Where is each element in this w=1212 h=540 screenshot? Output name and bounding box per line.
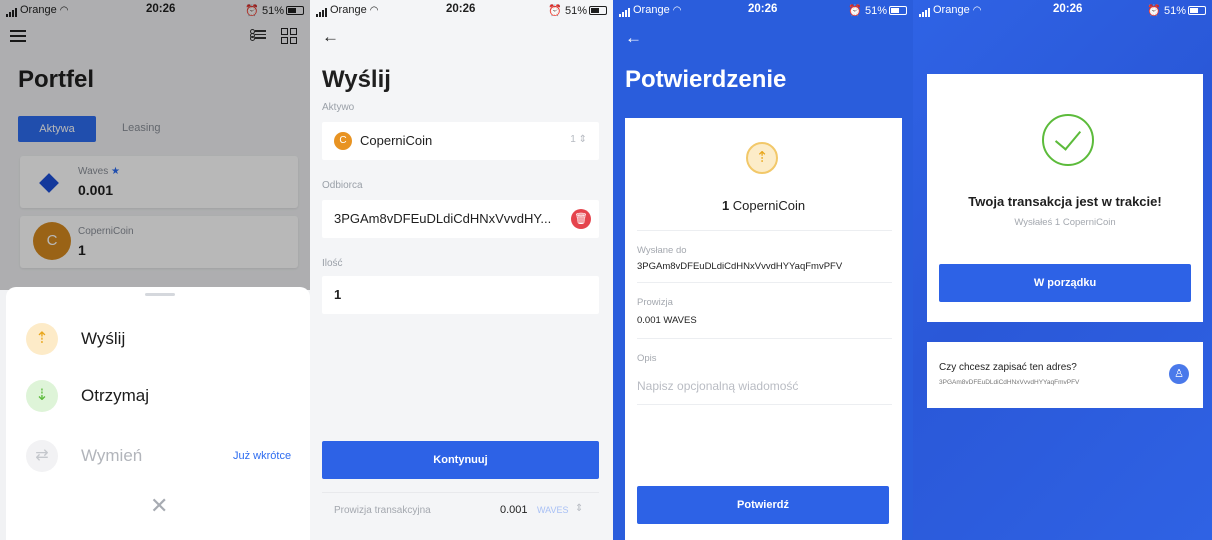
recipient-value: 3PGAm8vDFEuDLdiCdHNxVvvdHY...	[334, 211, 552, 226]
arrow-up-icon: ⇡	[26, 323, 58, 355]
wallet-screen: Orange ◠ 20:26 ⏰ 51% Portfel Aktywa Leasi…	[0, 0, 310, 540]
carrier-label: Orange	[633, 4, 670, 16]
battery: ⏰ 51%	[548, 4, 607, 17]
fee-amount: 0.001	[500, 504, 528, 516]
fee-label: Prowizja transakcyjna	[334, 505, 431, 516]
asset-select[interactable]: C CoperniCoin 1 ⇕	[322, 122, 599, 160]
chevron-updown-icon: ⇕	[578, 134, 587, 145]
arrow-down-icon: ⇣	[26, 380, 58, 412]
clock: 20:26	[446, 3, 476, 15]
menu-item-label: Wymień	[81, 446, 143, 465]
menu-item-send[interactable]: ⇡ Wyślij	[26, 323, 306, 359]
description-section[interactable]: Opis Napisz opcjonalną wiadomość	[637, 338, 892, 404]
copernicoin-icon: C	[334, 132, 352, 150]
status-bar: Orange ◠ 20:26 ⏰ 51%	[913, 0, 1212, 20]
wifi-icon: ◠	[369, 5, 379, 16]
save-address-value: 3PGAm8vDFEuDLdiCdHNxVvvdHYYaqFmvPFV	[939, 379, 1080, 386]
save-address-card: Czy chcesz zapisać ten adres? 3PGAm8vDFE…	[927, 342, 1203, 408]
trash-icon[interactable]: 🗑	[571, 209, 591, 229]
back-arrow-icon[interactable]: ←	[322, 27, 339, 47]
exchange-icon: ⇄	[26, 440, 58, 472]
carrier-label: Orange	[330, 4, 367, 16]
save-address-question: Czy chcesz zapisać ten adres?	[939, 362, 1077, 373]
signal-icon	[619, 5, 631, 17]
carrier: Orange ◠	[316, 4, 378, 17]
wifi-icon: ◠	[672, 5, 682, 16]
fee-section: Prowizja 0.001 WAVES	[637, 282, 892, 338]
signal-icon	[919, 5, 931, 17]
back-arrow-icon[interactable]: ←	[625, 28, 642, 48]
sheet-handle[interactable]	[145, 293, 175, 296]
success-screen: Orange ◠ 20:26 ⏰ 51% Twoja transakcja jes…	[913, 0, 1212, 540]
clock: 20:26	[1053, 3, 1083, 15]
continue-button[interactable]: Kontynuuj	[322, 441, 599, 479]
asset-balance-value: 1	[570, 134, 576, 145]
checkmark-icon	[1042, 114, 1094, 166]
status-bar: Orange ◠ 20:26 ⏰ 51%	[310, 0, 613, 20]
wifi-icon: ◠	[972, 5, 982, 16]
arrow-up-icon: ⇡	[746, 142, 778, 174]
page-title: Wyślij	[322, 66, 391, 93]
amount-label: Ilość	[322, 258, 343, 269]
sent-to-section: Wysłane do 3PGAm8vDFEuDLdiCdHNxVvvdHYYaq…	[637, 230, 892, 282]
transfer-amount-coin: CoperniCoin	[732, 198, 806, 213]
overlay-dim[interactable]	[0, 0, 310, 290]
asset-balance: 1 ⇕	[570, 134, 587, 145]
amount-value: 1	[334, 287, 342, 302]
battery: ⏰ 51%	[848, 4, 907, 17]
chevron-updown-icon: ⇕	[575, 503, 584, 514]
sent-to-label: Wysłane do	[637, 245, 687, 256]
menu-item-exchange: ⇄ Wymień Już wkrótce	[26, 440, 306, 476]
fee-selector[interactable]: Prowizja transakcyjna 0.001 WAVES ⇕	[322, 492, 599, 526]
status-bar: Orange ◠ 20:26 ⏰ 51%	[613, 0, 913, 20]
menu-item-label: Wyślij	[81, 329, 126, 348]
alarm-icon: ⏰	[1147, 5, 1161, 17]
battery-label: 51%	[1163, 5, 1186, 17]
alarm-icon: ⏰	[548, 5, 562, 17]
battery-icon	[1188, 6, 1206, 15]
action-sheet: ⇡ Wyślij ⇣ Otrzymaj ⇄ Wymień Już wkrótce…	[6, 287, 310, 540]
add-contact-icon[interactable]: ♙	[1169, 364, 1189, 384]
battery-icon	[889, 6, 907, 15]
success-card: Twoja transakcja jest w trakcie! Wysłałe…	[927, 74, 1203, 322]
battery: ⏰ 51%	[1147, 4, 1206, 17]
battery-label: 51%	[864, 5, 887, 17]
divider	[637, 404, 892, 405]
send-screen: Orange ◠ 20:26 ⏰ 51% ← Wyślij Aktywo C Co…	[310, 0, 613, 540]
asset-select-value: CoperniCoin	[360, 133, 433, 148]
carrier-label: Orange	[933, 4, 970, 16]
confirmation-screen: Orange ◠ 20:26 ⏰ 51% ← Potwierdzenie ⇡ 1 …	[613, 0, 913, 540]
transfer-amount: 1 CoperniCoin	[625, 198, 902, 213]
battery-label: 51%	[564, 5, 587, 17]
asset-label: Aktywo	[322, 102, 355, 113]
success-title: Twoja transakcja jest w trakcie!	[968, 194, 1162, 209]
success-subtitle: Wysłałeś 1 CoperniCoin	[1014, 217, 1116, 228]
fee-unit: WAVES	[537, 505, 569, 515]
clock: 20:26	[748, 3, 778, 15]
battery-icon	[589, 6, 607, 15]
alarm-icon: ⏰	[848, 5, 862, 17]
close-icon[interactable]: ✕	[150, 493, 168, 519]
ok-button[interactable]: W porządku	[939, 264, 1191, 302]
recipient-input[interactable]: 3PGAm8vDFEuDLdiCdHNxVvvdHY... 🗑	[322, 200, 599, 238]
confirmation-card: ⇡ 1 CoperniCoin Wysłane do 3PGAm8vDFEuDL…	[625, 118, 902, 540]
confirm-button[interactable]: Potwierdź	[637, 486, 889, 524]
menu-item-label: Otrzymaj	[81, 386, 149, 405]
fee-value: 0.001 WAVES	[637, 315, 697, 326]
carrier: Orange ◠	[619, 4, 681, 17]
fee-label: Prowizja	[637, 297, 673, 308]
recipient-label: Odbiorca	[322, 180, 363, 191]
description-input[interactable]: Napisz opcjonalną wiadomość	[637, 379, 798, 393]
description-label: Opis	[637, 353, 657, 364]
amount-input[interactable]: 1	[322, 276, 599, 314]
coming-soon-badge: Już wkrótce	[233, 450, 292, 462]
transfer-amount-number: 1	[721, 198, 730, 213]
sent-to-value: 3PGAm8vDFEuDLdiCdHNxVvvdHYYaqFmvPFV	[637, 261, 843, 272]
signal-icon	[316, 5, 328, 17]
menu-item-receive[interactable]: ⇣ Otrzymaj	[26, 380, 306, 416]
carrier: Orange ◠	[919, 4, 981, 17]
page-title: Potwierdzenie	[625, 66, 787, 93]
